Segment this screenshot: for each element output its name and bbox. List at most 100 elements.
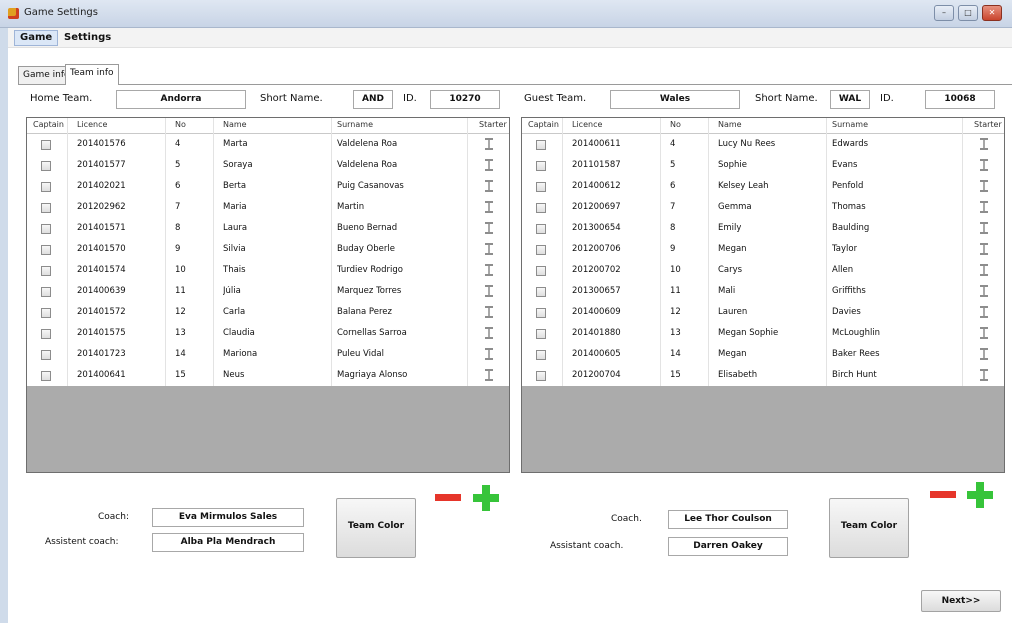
guest-id-field[interactable]: 10068: [925, 90, 995, 109]
captain-checkbox[interactable]: [536, 245, 546, 255]
cell-surname[interactable]: Turdiev Rodrigo: [337, 265, 403, 275]
cell-licence[interactable]: 201300654: [572, 223, 621, 233]
captain-checkbox[interactable]: [41, 350, 51, 360]
cell-no[interactable]: 14: [175, 349, 186, 359]
starter-toggle-icon[interactable]: [485, 327, 493, 339]
captain-checkbox[interactable]: [536, 287, 546, 297]
cell-no[interactable]: 8: [175, 223, 180, 233]
cell-no[interactable]: 13: [175, 328, 186, 338]
cell-name[interactable]: Silvia: [223, 244, 246, 254]
cell-licence[interactable]: 201300657: [572, 286, 621, 296]
table-row[interactable]: 201202962 7 Maria Martin: [27, 197, 509, 218]
cell-surname[interactable]: Baulding: [832, 223, 869, 233]
table-row[interactable]: 201200697 7 Gemma Thomas: [522, 197, 1004, 218]
guest-short-name-field[interactable]: WAL: [830, 90, 870, 109]
guest-remove-player-button[interactable]: [928, 480, 958, 510]
column-header-starter[interactable]: Starter: [974, 120, 1002, 129]
close-icon[interactable]: ✕: [982, 5, 1002, 21]
guest-assistant-coach-field[interactable]: Darren Oakey: [668, 537, 788, 556]
starter-toggle-icon[interactable]: [485, 138, 493, 150]
cell-name[interactable]: Carys: [718, 265, 742, 275]
table-row[interactable]: 201401572 12 Carla Balana Perez: [27, 302, 509, 323]
cell-surname[interactable]: Evans: [832, 160, 857, 170]
cell-name[interactable]: Elisabeth: [718, 370, 757, 380]
captain-checkbox[interactable]: [536, 161, 546, 171]
column-header-starter[interactable]: Starter: [479, 120, 507, 129]
starter-toggle-icon[interactable]: [485, 306, 493, 318]
table-row[interactable]: 201300654 8 Emily Baulding: [522, 218, 1004, 239]
cell-surname[interactable]: Davies: [832, 307, 861, 317]
cell-surname[interactable]: Baker Rees: [832, 349, 880, 359]
column-header-captain[interactable]: Captain: [528, 120, 559, 129]
starter-toggle-icon[interactable]: [980, 159, 988, 171]
captain-checkbox[interactable]: [536, 182, 546, 192]
table-row[interactable]: 201400611 4 Lucy Nu Rees Edwards: [522, 134, 1004, 155]
home-team-color-button[interactable]: Team Color: [336, 498, 416, 558]
cell-no[interactable]: 15: [175, 370, 186, 380]
cell-surname[interactable]: Valdelena Roa: [337, 160, 397, 170]
table-row[interactable]: 201300657 11 Mali Griffiths: [522, 281, 1004, 302]
cell-surname[interactable]: Penfold: [832, 181, 863, 191]
home-add-player-button[interactable]: [471, 483, 501, 513]
cell-name[interactable]: Lucy Nu Rees: [718, 139, 775, 149]
starter-toggle-icon[interactable]: [980, 180, 988, 192]
cell-name[interactable]: Thais: [223, 265, 246, 275]
column-header-no[interactable]: No: [670, 120, 681, 129]
captain-checkbox[interactable]: [41, 245, 51, 255]
starter-toggle-icon[interactable]: [485, 159, 493, 171]
table-row[interactable]: 201401723 14 Mariona Puleu Vidal: [27, 344, 509, 365]
home-id-field[interactable]: 10270: [430, 90, 500, 109]
home-team-field[interactable]: Andorra: [116, 90, 246, 109]
captain-checkbox[interactable]: [41, 371, 51, 381]
captain-checkbox[interactable]: [536, 350, 546, 360]
captain-checkbox[interactable]: [41, 308, 51, 318]
starter-toggle-icon[interactable]: [980, 201, 988, 213]
cell-name[interactable]: Soraya: [223, 160, 253, 170]
cell-surname[interactable]: Birch Hunt: [832, 370, 877, 380]
column-header-no[interactable]: No: [175, 120, 186, 129]
cell-no[interactable]: 10: [670, 265, 681, 275]
guest-add-player-button[interactable]: [965, 480, 995, 510]
cell-no[interactable]: 8: [670, 223, 675, 233]
table-row[interactable]: 201401574 10 Thais Turdiev Rodrigo: [27, 260, 509, 281]
cell-surname[interactable]: Puig Casanovas: [337, 181, 404, 191]
table-row[interactable]: 201401576 4 Marta Valdelena Roa: [27, 134, 509, 155]
cell-licence[interactable]: 201200697: [572, 202, 621, 212]
captain-checkbox[interactable]: [41, 287, 51, 297]
guest-team-field[interactable]: Wales: [610, 90, 740, 109]
starter-toggle-icon[interactable]: [485, 222, 493, 234]
captain-checkbox[interactable]: [536, 371, 546, 381]
tab-team-info[interactable]: Team info: [65, 64, 119, 85]
column-header-licence[interactable]: Licence: [572, 120, 602, 129]
captain-checkbox[interactable]: [536, 224, 546, 234]
cell-licence[interactable]: 201400612: [572, 181, 621, 191]
cell-no[interactable]: 7: [175, 202, 180, 212]
captain-checkbox[interactable]: [536, 140, 546, 150]
captain-checkbox[interactable]: [41, 329, 51, 339]
cell-licence[interactable]: 201401576: [77, 139, 126, 149]
cell-name[interactable]: Megan: [718, 349, 747, 359]
starter-toggle-icon[interactable]: [485, 180, 493, 192]
home-coach-field[interactable]: Eva Mirmulos Sales: [152, 508, 304, 527]
cell-name[interactable]: Sophie: [718, 160, 747, 170]
cell-no[interactable]: 4: [175, 139, 180, 149]
starter-toggle-icon[interactable]: [485, 243, 493, 255]
cell-surname[interactable]: Magriaya Alonso: [337, 370, 407, 380]
cell-licence[interactable]: 201401723: [77, 349, 126, 359]
starter-toggle-icon[interactable]: [485, 264, 493, 276]
starter-toggle-icon[interactable]: [485, 201, 493, 213]
starter-toggle-icon[interactable]: [980, 369, 988, 381]
cell-no[interactable]: 4: [670, 139, 675, 149]
cell-name[interactable]: Laura: [223, 223, 247, 233]
cell-licence[interactable]: 201401880: [572, 328, 621, 338]
cell-name[interactable]: Megan Sophie: [718, 328, 778, 338]
cell-surname[interactable]: Allen: [832, 265, 853, 275]
cell-surname[interactable]: Bueno Bernad: [337, 223, 397, 233]
cell-surname[interactable]: Balana Perez: [337, 307, 392, 317]
cell-no[interactable]: 12: [175, 307, 186, 317]
cell-surname[interactable]: Griffiths: [832, 286, 866, 296]
cell-licence[interactable]: 201400639: [77, 286, 126, 296]
cell-name[interactable]: Maria: [223, 202, 247, 212]
column-header-captain[interactable]: Captain: [33, 120, 64, 129]
cell-licence[interactable]: 201401570: [77, 244, 126, 254]
